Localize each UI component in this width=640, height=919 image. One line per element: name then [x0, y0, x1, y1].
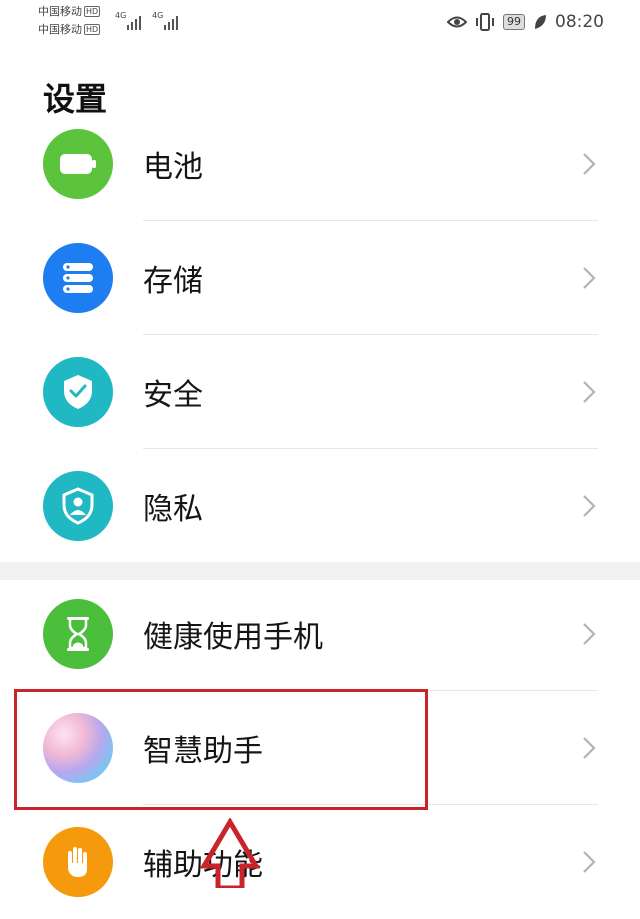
settings-item-label: 存储 — [143, 264, 203, 299]
hand-icon — [43, 827, 113, 897]
status-right: 99 08:20 — [447, 10, 604, 34]
chevron-right-icon — [583, 495, 596, 517]
battery-icon — [43, 129, 113, 199]
leaf-icon — [535, 15, 546, 29]
carrier-label-2: 中国移动 HD — [38, 23, 101, 36]
chevron-right-icon — [583, 623, 596, 645]
settings-item-security[interactable]: 安全 — [0, 335, 640, 449]
chevron-right-icon — [583, 267, 596, 289]
carrier-label-1: 中国移动 HD — [38, 5, 101, 18]
settings-item-label: 隐私 — [143, 492, 203, 527]
settings-item-label: 安全 — [143, 378, 203, 413]
settings-item-accessibility[interactable]: 辅助功能 — [0, 805, 640, 919]
status-time: 08:20 — [555, 12, 604, 32]
highlight-box — [14, 689, 428, 810]
storage-icon — [43, 243, 113, 313]
hourglass-icon — [43, 599, 113, 669]
status-bar: 中国移动 HD 中国移动 HD 4G 4G 99 08:20 — [38, 5, 604, 36]
chevron-right-icon — [583, 737, 596, 759]
eye-comfort-icon — [447, 16, 467, 28]
settings-item-label: 电池 — [143, 150, 203, 185]
shield-check-icon — [43, 357, 113, 427]
arrow-up-icon — [199, 818, 261, 888]
privacy-icon — [43, 471, 113, 541]
settings-item-storage[interactable]: 存储 — [0, 221, 640, 335]
settings-item-privacy[interactable]: 隐私 — [0, 449, 640, 563]
vibrate-icon — [476, 13, 494, 31]
settings-item-digital-balance[interactable]: 健康使用手机 — [0, 577, 640, 691]
chevron-right-icon — [583, 153, 596, 175]
chevron-right-icon — [583, 851, 596, 873]
settings-item-label: 健康使用手机 — [143, 620, 323, 655]
settings-item-battery[interactable]: 电池 — [0, 107, 640, 221]
chevron-right-icon — [583, 381, 596, 403]
battery-level: 99 — [503, 14, 525, 30]
